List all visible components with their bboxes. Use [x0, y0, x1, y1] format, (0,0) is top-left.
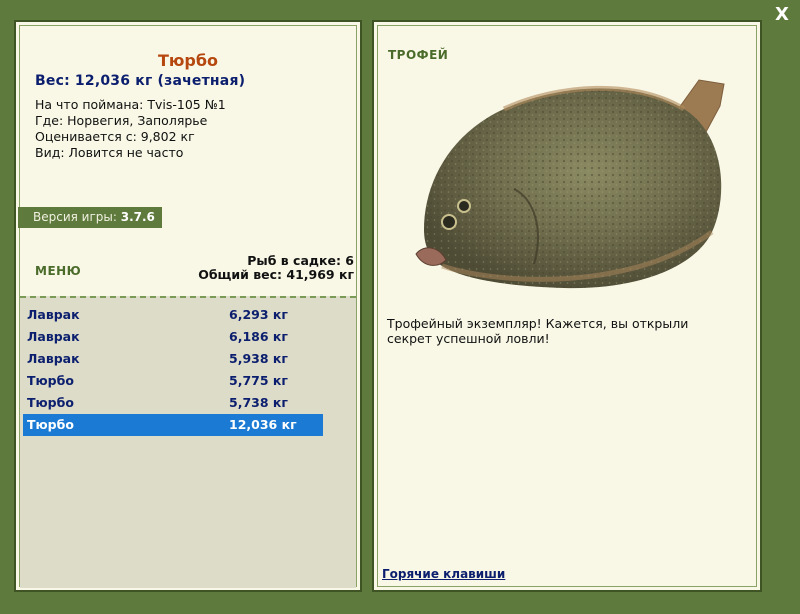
trophy-panel: ТРОФЕЙ Трофейный экземпляр! Кажется, вы …: [372, 20, 762, 592]
catch-row[interactable]: Тюрбо 5,775 кг: [23, 370, 323, 392]
catch-row-weight: 5,938 кг: [229, 351, 288, 366]
catch-row-weight: 6,186 кг: [229, 329, 288, 344]
catch-row[interactable]: Лаврак 6,293 кг: [23, 304, 323, 326]
keepnet-stats: Рыб в садке: 6 Общий вес: 41,969 кг: [198, 254, 354, 282]
version-bar: Версия игры: 3.7.6: [18, 207, 162, 228]
close-button[interactable]: X: [773, 6, 791, 24]
catch-row[interactable]: Тюрбо 12,036 кг: [23, 414, 323, 436]
fish-weight: Вес: 12,036 кг (зачетная): [35, 73, 246, 89]
hotkeys-link[interactable]: Горячие клавиши: [382, 567, 505, 581]
rarity-line: Вид: Ловится не часто: [35, 145, 184, 160]
menu-button[interactable]: МЕНЮ: [35, 264, 81, 278]
catch-row-weight: 5,775 кг: [229, 373, 288, 388]
catch-row[interactable]: Лаврак 5,938 кг: [23, 348, 323, 370]
catch-row-name: Лаврак: [27, 351, 80, 366]
catch-row-name: Тюрбо: [27, 417, 74, 432]
catch-row-name: Тюрбо: [27, 373, 74, 388]
catch-row[interactable]: Тюрбо 5,738 кг: [23, 392, 323, 414]
version-label: Версия игры:: [33, 210, 117, 224]
fish-title: Тюрбо: [157, 51, 219, 70]
catch-row-name: Лаврак: [27, 307, 80, 322]
catch-row-name: Лаврак: [27, 329, 80, 344]
catch-row[interactable]: Лаврак 6,186 кг: [23, 326, 323, 348]
version-value: 3.7.6: [120, 210, 155, 224]
total-weight: Общий вес: 41,969 кг: [198, 267, 354, 282]
caught-with-line: На что поймана: Tvis-105 №1: [35, 97, 226, 112]
turbot-image: [415, 79, 725, 289]
threshold-line: Оценивается с: 9,802 кг: [35, 129, 195, 144]
catch-row-weight: 12,036 кг: [229, 417, 297, 432]
fish-info-panel: Тюрбо Вес: 12,036 кг (зачетная) На что п…: [14, 20, 362, 592]
catch-list[interactable]: Лаврак 6,293 кг Лаврак 6,186 кг Лаврак 5,938 …: [20, 296, 356, 588]
location-line: Где: Норвегия, Заполярье: [35, 113, 208, 128]
fish-count: Рыб в садке: 6: [247, 253, 354, 268]
catch-row-weight: 5,738 кг: [229, 395, 288, 410]
catch-row-name: Тюрбо: [27, 395, 74, 410]
catch-row-weight: 6,293 кг: [229, 307, 288, 322]
trophy-message: Трофейный экземпляр! Кажется, вы открыли…: [387, 316, 689, 346]
